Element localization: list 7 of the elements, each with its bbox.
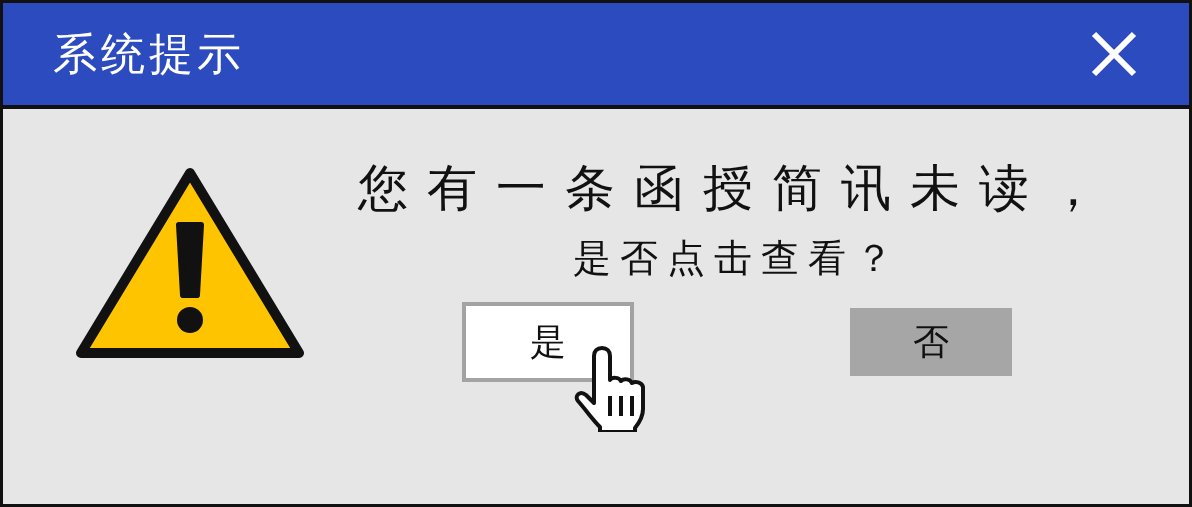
warning-icon <box>75 165 305 361</box>
question-text: 是否点击查看？ <box>572 238 902 280</box>
close-icon[interactable] <box>1091 31 1137 77</box>
window-title: 系统提示 <box>53 32 245 76</box>
message-text: 您有一条函授简讯未读， <box>357 161 1117 216</box>
dialog-button[interactable]: 是 <box>462 301 634 382</box>
dialog-button[interactable]: 否 <box>850 307 1012 376</box>
